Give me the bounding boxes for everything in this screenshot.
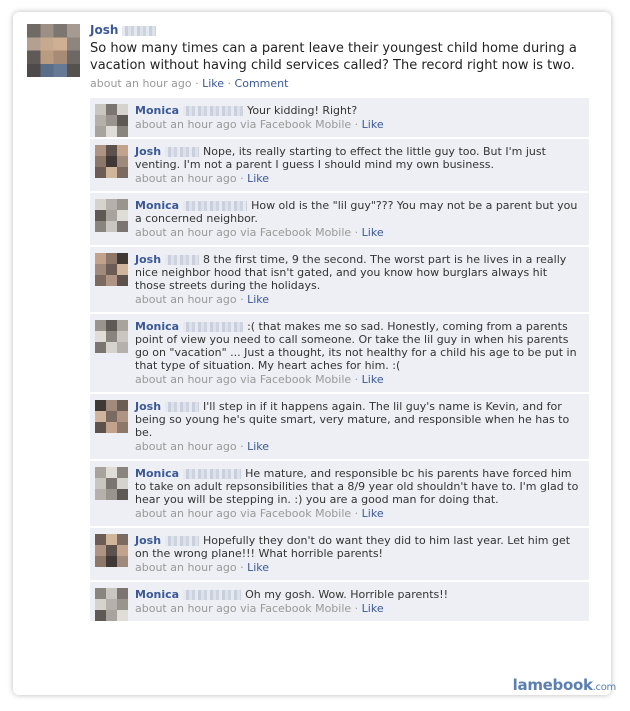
- comment-meta: about an hour ago via Facebook Mobile · …: [135, 373, 384, 386]
- comment-author-name[interactable]: Monica: [135, 104, 179, 117]
- redacted-surname: [165, 255, 200, 265]
- comment-author-avatar[interactable]: [95, 400, 128, 433]
- comment-text-line: Josh Hopefully they don't do want they di…: [135, 534, 581, 560]
- comment-text-line: Monica He mature, and responsible bc his …: [135, 467, 581, 506]
- post-body: Josh So how many times can a parent leav…: [90, 22, 590, 91]
- comment-text: Your kidding! Right?: [247, 104, 358, 117]
- comment-meta: about an hour ago · Like: [135, 561, 270, 574]
- comment-text-line: Monica Your kidding! Right?: [135, 104, 581, 117]
- comment-author-name[interactable]: Josh: [135, 253, 161, 266]
- comment-author-avatar[interactable]: [95, 534, 128, 567]
- comment-like-link[interactable]: Like: [362, 118, 384, 131]
- comment-author-name[interactable]: Monica: [135, 588, 179, 601]
- comment-text-line: Josh Nope, its really starting to effect …: [135, 145, 581, 171]
- comment-item: Josh 8 the first time, 9 the second. The …: [90, 247, 589, 313]
- comment-author-name[interactable]: Monica: [135, 467, 179, 480]
- comment-like-link[interactable]: Like: [362, 602, 384, 615]
- comment-author-avatar[interactable]: [95, 199, 128, 232]
- comment-author-name[interactable]: Monica: [135, 199, 179, 212]
- comment-item: Josh I'll step in if it happens again. Th…: [90, 394, 589, 460]
- comment-via-mobile: via Facebook Mobile: [240, 226, 352, 239]
- comment-item: Monica Your kidding! Right? about an hour …: [90, 98, 589, 138]
- comment-timestamp: about an hour ago: [135, 440, 237, 453]
- comment-meta: about an hour ago · Like: [135, 293, 270, 306]
- comment-text: Hopefully they don't do want they did to…: [135, 534, 571, 560]
- comment-like-link[interactable]: Like: [247, 440, 269, 453]
- comment-text: 8 the first time, 9 the second. The wors…: [135, 253, 567, 292]
- comment-item: Josh Hopefully they don't do want they di…: [90, 528, 589, 581]
- comment-author-name[interactable]: Josh: [135, 145, 161, 158]
- post-author-name[interactable]: Josh: [90, 23, 118, 37]
- comment-like-link[interactable]: Like: [247, 172, 269, 185]
- comment-meta: about an hour ago via Facebook Mobile · …: [135, 226, 384, 239]
- comment-item: Monica:( that makes me so sad. Honestly,…: [90, 314, 589, 393]
- comment-like-link[interactable]: Like: [247, 293, 269, 306]
- comment-author-avatar[interactable]: [95, 320, 128, 353]
- comment-timestamp: about an hour ago: [135, 172, 237, 185]
- comment-like-link[interactable]: Like: [362, 373, 384, 386]
- comment-author-avatar[interactable]: [95, 145, 128, 178]
- post-comment-link[interactable]: Comment: [235, 77, 289, 90]
- comment-like-link[interactable]: Like: [247, 561, 269, 574]
- comment-timestamp: about an hour ago: [135, 118, 237, 131]
- comment-text-line: Monica Oh my gosh. Wow. Horrible parents!…: [135, 588, 581, 601]
- lamebook-watermark: lamebook.com: [512, 676, 617, 694]
- comment-timestamp: about an hour ago: [135, 293, 237, 306]
- comment-author-name[interactable]: Josh: [135, 534, 161, 547]
- redacted-surname: [183, 201, 248, 211]
- comment-meta: about an hour ago · Like: [135, 440, 270, 453]
- comment-timestamp: about an hour ago: [135, 602, 237, 615]
- redacted-surname: [165, 402, 200, 412]
- redacted-surname: [183, 469, 242, 479]
- comment-item: Monica Oh my gosh. Wow. Horrible parents!…: [90, 582, 589, 622]
- post-author-avatar[interactable]: [27, 24, 80, 77]
- comment-meta: about an hour ago · Like: [135, 172, 270, 185]
- comment-text-line: Monica How old is the "lil guy"??? You ma…: [135, 199, 581, 225]
- redacted-surname: [183, 106, 244, 116]
- comment-via-mobile: via Facebook Mobile: [240, 602, 352, 615]
- comment-text: Oh my gosh. Wow. Horrible parents!!: [245, 588, 449, 601]
- comment-via-mobile: via Facebook Mobile: [240, 507, 352, 520]
- post-text: So how many times can a parent leave the…: [90, 41, 577, 73]
- comment-author-avatar[interactable]: [95, 104, 128, 137]
- comment-author-avatar[interactable]: [95, 467, 128, 500]
- comment-timestamp: about an hour ago: [135, 373, 237, 386]
- comment-item: Monica He mature, and responsible bc his …: [90, 461, 589, 527]
- comment-timestamp: about an hour ago: [135, 561, 237, 574]
- redacted-surname: [122, 26, 157, 36]
- comment-via-mobile: via Facebook Mobile: [240, 118, 352, 131]
- comment-via-mobile: via Facebook Mobile: [240, 373, 352, 386]
- comment-item: Josh Nope, its really starting to effect …: [90, 139, 589, 192]
- redacted-surname: [183, 322, 244, 332]
- redacted-surname: [183, 590, 242, 600]
- comment-meta: about an hour ago via Facebook Mobile · …: [135, 602, 384, 615]
- comment-text-line: Monica:( that makes me so sad. Honestly,…: [135, 320, 581, 372]
- comment-like-link[interactable]: Like: [362, 226, 384, 239]
- comment-timestamp: about an hour ago: [135, 507, 237, 520]
- redacted-surname: [165, 536, 200, 546]
- comment-meta: about an hour ago via Facebook Mobile · …: [135, 118, 384, 131]
- post-meta: about an hour ago · Like · Comment: [90, 77, 289, 90]
- comment-author-name[interactable]: Josh: [135, 400, 161, 413]
- post-like-link[interactable]: Like: [202, 77, 224, 90]
- post-timestamp: about an hour ago: [90, 77, 192, 90]
- comment-text-line: Josh I'll step in if it happens again. Th…: [135, 400, 581, 439]
- comment-meta: about an hour ago via Facebook Mobile · …: [135, 507, 384, 520]
- comment-timestamp: about an hour ago: [135, 226, 237, 239]
- comment-author-avatar[interactable]: [95, 253, 128, 286]
- redacted-surname: [165, 147, 200, 157]
- comment-text: I'll step in if it happens again. The li…: [135, 400, 570, 439]
- comment-list: Monica Your kidding! Right? about an hour …: [90, 98, 589, 623]
- comment-item: Monica How old is the "lil guy"??? You ma…: [90, 193, 589, 246]
- comment-author-avatar[interactable]: [95, 588, 128, 621]
- comment-author-name[interactable]: Monica: [135, 320, 179, 333]
- comment-like-link[interactable]: Like: [362, 507, 384, 520]
- comment-text-line: Josh 8 the first time, 9 the second. The …: [135, 253, 581, 292]
